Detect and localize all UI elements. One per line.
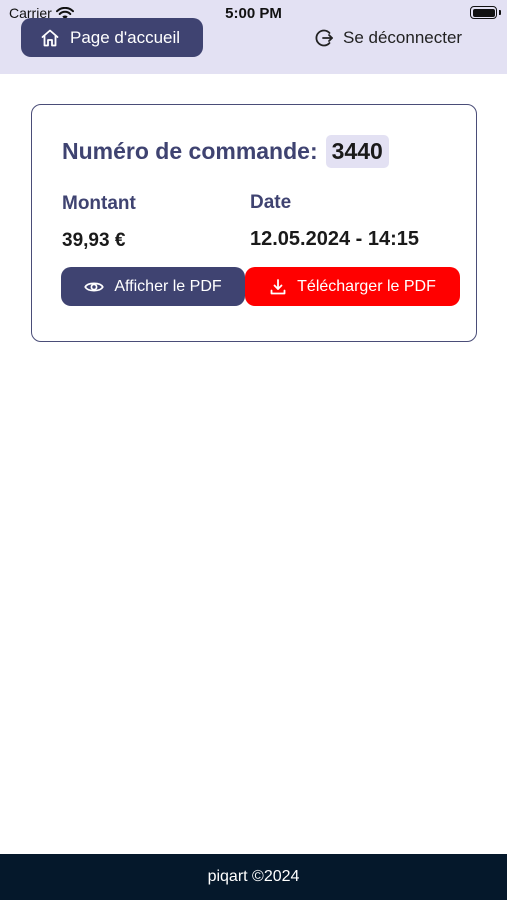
order-number-badge: 3440 (325, 135, 389, 168)
home-button[interactable]: Page d'accueil (21, 18, 203, 57)
logout-icon (314, 28, 334, 48)
download-pdf-button[interactable]: Télécharger le PDF (245, 267, 460, 306)
footer-copyright: piqart ©2024 (207, 868, 300, 885)
battery-tip (499, 10, 501, 15)
order-title: Numéro de commande: 3440 (62, 135, 389, 168)
home-button-label: Page d'accueil (70, 27, 181, 47)
amount-value: 39,93 € (62, 230, 126, 251)
order-card: Numéro de commande: 3440 Montant 39,93 €… (31, 104, 477, 342)
footer: piqart ©2024 (0, 854, 507, 900)
date-label: Date (250, 192, 292, 213)
logout-button-label: Se déconnecter (343, 28, 463, 47)
logout-button[interactable]: Se déconnecter (314, 22, 462, 54)
battery-icon (470, 6, 497, 19)
amount-label: Montant (62, 193, 136, 214)
eye-icon (84, 280, 105, 294)
battery-fill (472, 8, 495, 17)
header-bar: Carrier 5:00 PM Page d'accueil Se déconn… (0, 0, 507, 74)
order-title-label: Numéro de commande: (62, 138, 318, 164)
date-value: 12.05.2024 - 14:15 (250, 228, 420, 250)
view-pdf-button[interactable]: Afficher le PDF (61, 267, 245, 306)
download-icon (269, 278, 287, 296)
home-icon (40, 28, 60, 48)
download-pdf-label: Télécharger le PDF (297, 277, 436, 295)
view-pdf-label: Afficher le PDF (114, 277, 222, 295)
